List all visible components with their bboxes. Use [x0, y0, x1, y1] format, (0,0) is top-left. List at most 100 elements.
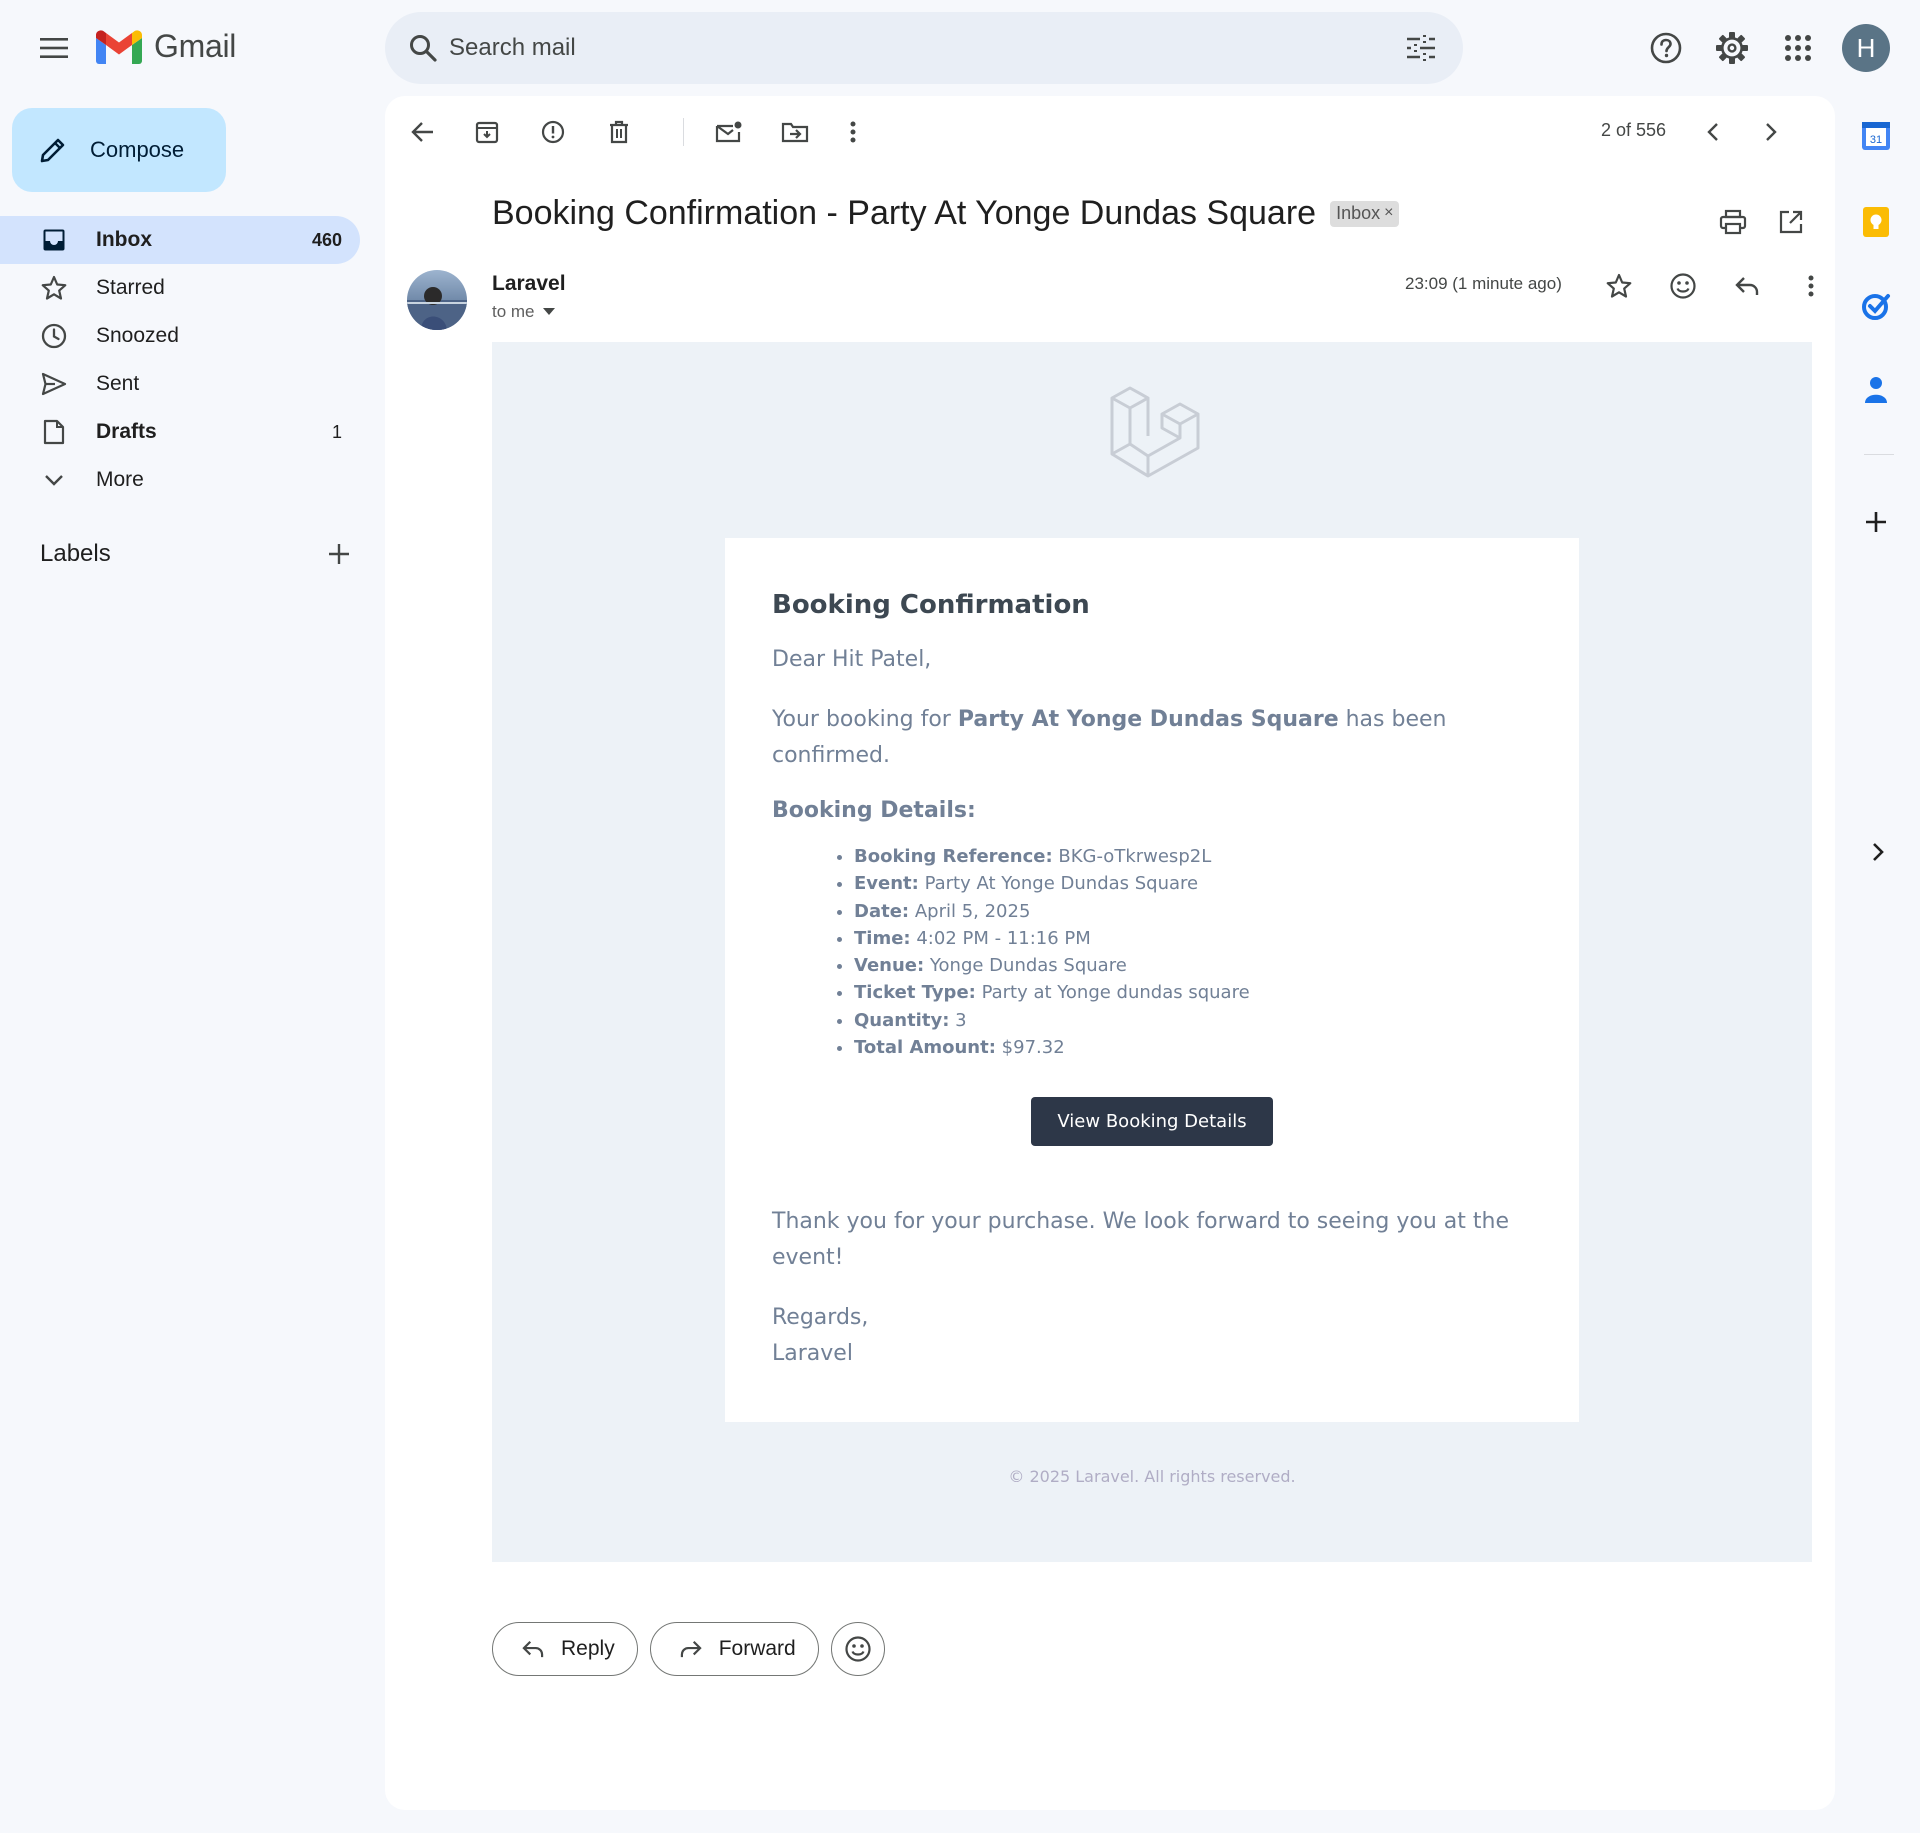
message-actions — [1595, 262, 1835, 310]
detail-item: Total Amount: $97.32 — [854, 1034, 1532, 1061]
email-thanks: Thank you for your purchase. We look for… — [772, 1209, 1509, 1271]
detail-label: Time: — [854, 927, 911, 949]
main-menu-button[interactable] — [30, 24, 78, 72]
detail-value: Party at Yonge dundas square — [975, 982, 1250, 1004]
sidebar-item-label: Inbox — [96, 228, 152, 251]
forward-pill-button[interactable]: Forward — [649, 1622, 819, 1676]
star-icon — [40, 274, 68, 302]
caret-down-icon — [542, 308, 555, 315]
clock-icon — [40, 322, 68, 350]
send-icon — [40, 370, 68, 398]
keep-icon — [1863, 207, 1889, 237]
sidebar-item-starred[interactable]: Starred — [0, 264, 360, 312]
emoji-reaction-button[interactable] — [830, 1622, 885, 1676]
sidebar-item-sent[interactable]: Sent — [0, 360, 360, 408]
add-reaction-button[interactable] — [1659, 262, 1707, 310]
sidebar-item-label: Drafts — [96, 420, 157, 443]
contacts-app-button[interactable] — [1856, 370, 1896, 410]
email-greeting: Dear Hit Patel, — [772, 647, 932, 672]
newer-button[interactable] — [1691, 110, 1735, 154]
button-wrap: View Booking Details — [772, 1097, 1532, 1147]
message-more-button[interactable] — [1787, 262, 1835, 310]
inbox-icon — [40, 226, 68, 254]
details-heading: Booking Details: — [772, 798, 976, 823]
mark-unread-icon — [715, 121, 742, 143]
detail-label: Quantity: — [854, 1009, 950, 1031]
sidebar-item-more[interactable]: More — [0, 456, 360, 504]
more-vertical-icon — [850, 121, 856, 143]
toolbar-divider — [683, 118, 684, 146]
open-in-new-icon — [1779, 210, 1803, 234]
calendar-app-button[interactable]: 31 — [1856, 116, 1896, 156]
report-icon — [541, 120, 565, 144]
forward-icon — [680, 1640, 702, 1658]
back-button[interactable] — [401, 110, 445, 154]
star-button[interactable] — [1595, 262, 1643, 310]
recipient-details[interactable]: to me — [492, 302, 555, 322]
labels-section: Labels — [40, 540, 350, 568]
sender-name: Laravel — [492, 272, 566, 295]
search-input[interactable] — [449, 12, 1349, 84]
view-booking-details-button[interactable]: View Booking Details — [1031, 1097, 1273, 1147]
older-button[interactable] — [1749, 110, 1793, 154]
contacts-icon — [1865, 377, 1887, 403]
message-time: 23:09 (1 minute ago) — [1405, 274, 1562, 293]
booking-details-list: Booking Reference: BKG-oTkrwesp2L Event:… — [772, 843, 1532, 1061]
reply-button[interactable] — [1723, 262, 1771, 310]
delete-button[interactable] — [597, 110, 641, 154]
gear-icon — [1716, 32, 1748, 64]
emoji-icon — [845, 1636, 871, 1662]
gmail-logo[interactable]: Gmail — [96, 28, 236, 65]
detail-value: Party At Yonge Dundas Square — [918, 873, 1199, 895]
remove-label-button[interactable]: × — [1384, 204, 1393, 222]
sender-avatar[interactable] — [407, 270, 467, 330]
apps-button[interactable] — [1774, 24, 1822, 72]
chevron-right-icon — [1766, 123, 1777, 141]
compose-label: Compose — [90, 137, 185, 162]
calendar-icon: 31 — [1862, 122, 1890, 150]
detail-label: Event: — [854, 873, 919, 895]
search-icon[interactable] — [405, 30, 441, 66]
reply-pill-button[interactable]: Reply — [492, 1622, 638, 1676]
detail-value: Yonge Dundas Square — [924, 955, 1127, 977]
mark-unread-button[interactable] — [707, 110, 751, 154]
archive-icon — [475, 121, 499, 144]
account-avatar[interactable]: H — [1842, 24, 1890, 72]
compose-button[interactable]: Compose — [12, 108, 226, 192]
sidebar-item-inbox[interactable]: Inbox 460 — [0, 216, 360, 264]
get-addons-button[interactable] — [1856, 502, 1896, 542]
more-actions-button[interactable] — [831, 110, 875, 154]
top-right-actions: H — [1642, 24, 1890, 72]
detail-item: Venue: Yonge Dundas Square — [854, 952, 1532, 979]
add-label-button[interactable] — [328, 543, 350, 565]
search-options-icon[interactable] — [1403, 30, 1439, 66]
gmail-m-icon — [96, 29, 142, 64]
chevron-right-icon — [1873, 843, 1884, 861]
help-button[interactable] — [1642, 24, 1690, 72]
intro-text: Your booking for — [772, 707, 958, 732]
tasks-app-button[interactable] — [1856, 286, 1896, 326]
open-new-window-button[interactable] — [1767, 198, 1815, 246]
sidebar-item-label: More — [96, 468, 144, 491]
search-bar[interactable] — [385, 12, 1463, 84]
email-heading: Booking Confirmation — [772, 590, 1090, 620]
archive-button[interactable] — [465, 110, 509, 154]
sidebar-item-drafts[interactable]: Drafts 1 — [0, 408, 360, 456]
email-body: Booking Confirmation Dear Hit Patel, You… — [492, 342, 1812, 1562]
keep-app-button[interactable] — [1856, 202, 1896, 242]
inbox-label-chip[interactable]: Inbox × — [1330, 200, 1400, 227]
report-spam-button[interactable] — [531, 110, 575, 154]
settings-button[interactable] — [1708, 24, 1756, 72]
email-card: Booking Confirmation Dear Hit Patel, You… — [725, 538, 1579, 1422]
calendar-day: 31 — [1870, 134, 1882, 146]
reply-icon — [522, 1640, 544, 1658]
print-button[interactable] — [1709, 198, 1757, 246]
trash-icon — [610, 120, 628, 144]
detail-label: Venue: — [854, 955, 925, 977]
message-view: 2 of 556 Booking Confirmation - Party At… — [385, 96, 1835, 1810]
email-footer: © 2025 Laravel. All rights reserved. — [1008, 1467, 1296, 1486]
move-to-button[interactable] — [773, 110, 817, 154]
detail-value: 3 — [949, 1009, 967, 1031]
show-side-panel-button[interactable] — [1858, 832, 1898, 872]
sidebar-item-snoozed[interactable]: Snoozed — [0, 312, 360, 360]
